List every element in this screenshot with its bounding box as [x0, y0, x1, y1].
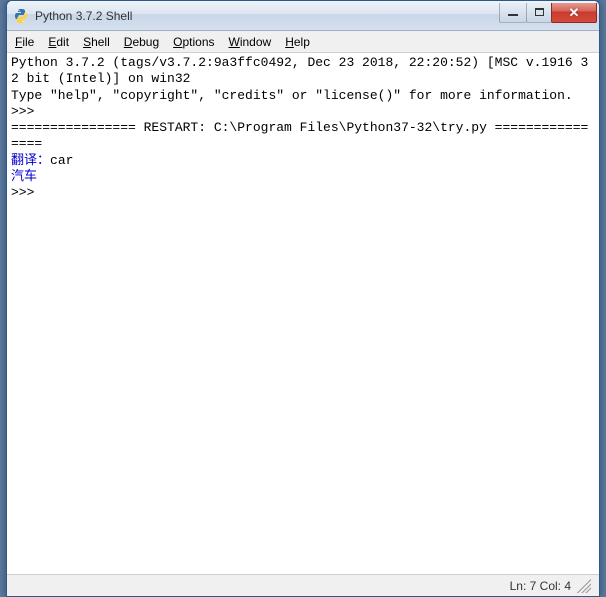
window-title: Python 3.7.2 Shell — [35, 9, 500, 23]
menu-edit[interactable]: Edit — [48, 35, 69, 49]
menu-file[interactable]: File — [15, 35, 34, 49]
statusbar: Ln: 7 Col: 4 — [7, 574, 599, 596]
prompt: >>> — [11, 104, 42, 119]
close-button[interactable]: ✕ — [551, 3, 597, 23]
app-window: Python 3.7.2 Shell ✕ File Edit Shell Deb… — [6, 0, 600, 597]
menubar: File Edit Shell Debug Options Window Hel… — [7, 31, 599, 53]
menu-debug[interactable]: Debug — [124, 35, 159, 49]
window-controls: ✕ — [500, 3, 597, 23]
program-output: 汽车 — [11, 169, 37, 184]
titlebar[interactable]: Python 3.7.2 Shell ✕ — [7, 1, 599, 31]
restart-line: ================ RESTART: C:\Program Fil… — [11, 120, 588, 151]
maximize-button[interactable] — [526, 3, 552, 23]
menu-options[interactable]: Options — [173, 35, 214, 49]
minimize-button[interactable] — [499, 3, 527, 23]
cursor-position: Ln: 7 Col: 4 — [510, 579, 571, 593]
python-icon — [13, 8, 29, 24]
menu-window[interactable]: Window — [229, 35, 272, 49]
resize-grip-icon[interactable] — [577, 579, 591, 593]
banner-line: Type "help", "copyright", "credits" or "… — [11, 88, 573, 103]
user-input: car — [50, 153, 73, 168]
menu-shell[interactable]: Shell — [83, 35, 110, 49]
banner-line: Python 3.7.2 (tags/v3.7.2:9a3ffc0492, De… — [11, 55, 588, 86]
prompt: >>> — [11, 185, 42, 200]
menu-help[interactable]: Help — [285, 35, 310, 49]
shell-output[interactable]: Python 3.7.2 (tags/v3.7.2:9a3ffc0492, De… — [7, 53, 599, 574]
program-prompt: 翻译： — [11, 153, 50, 168]
